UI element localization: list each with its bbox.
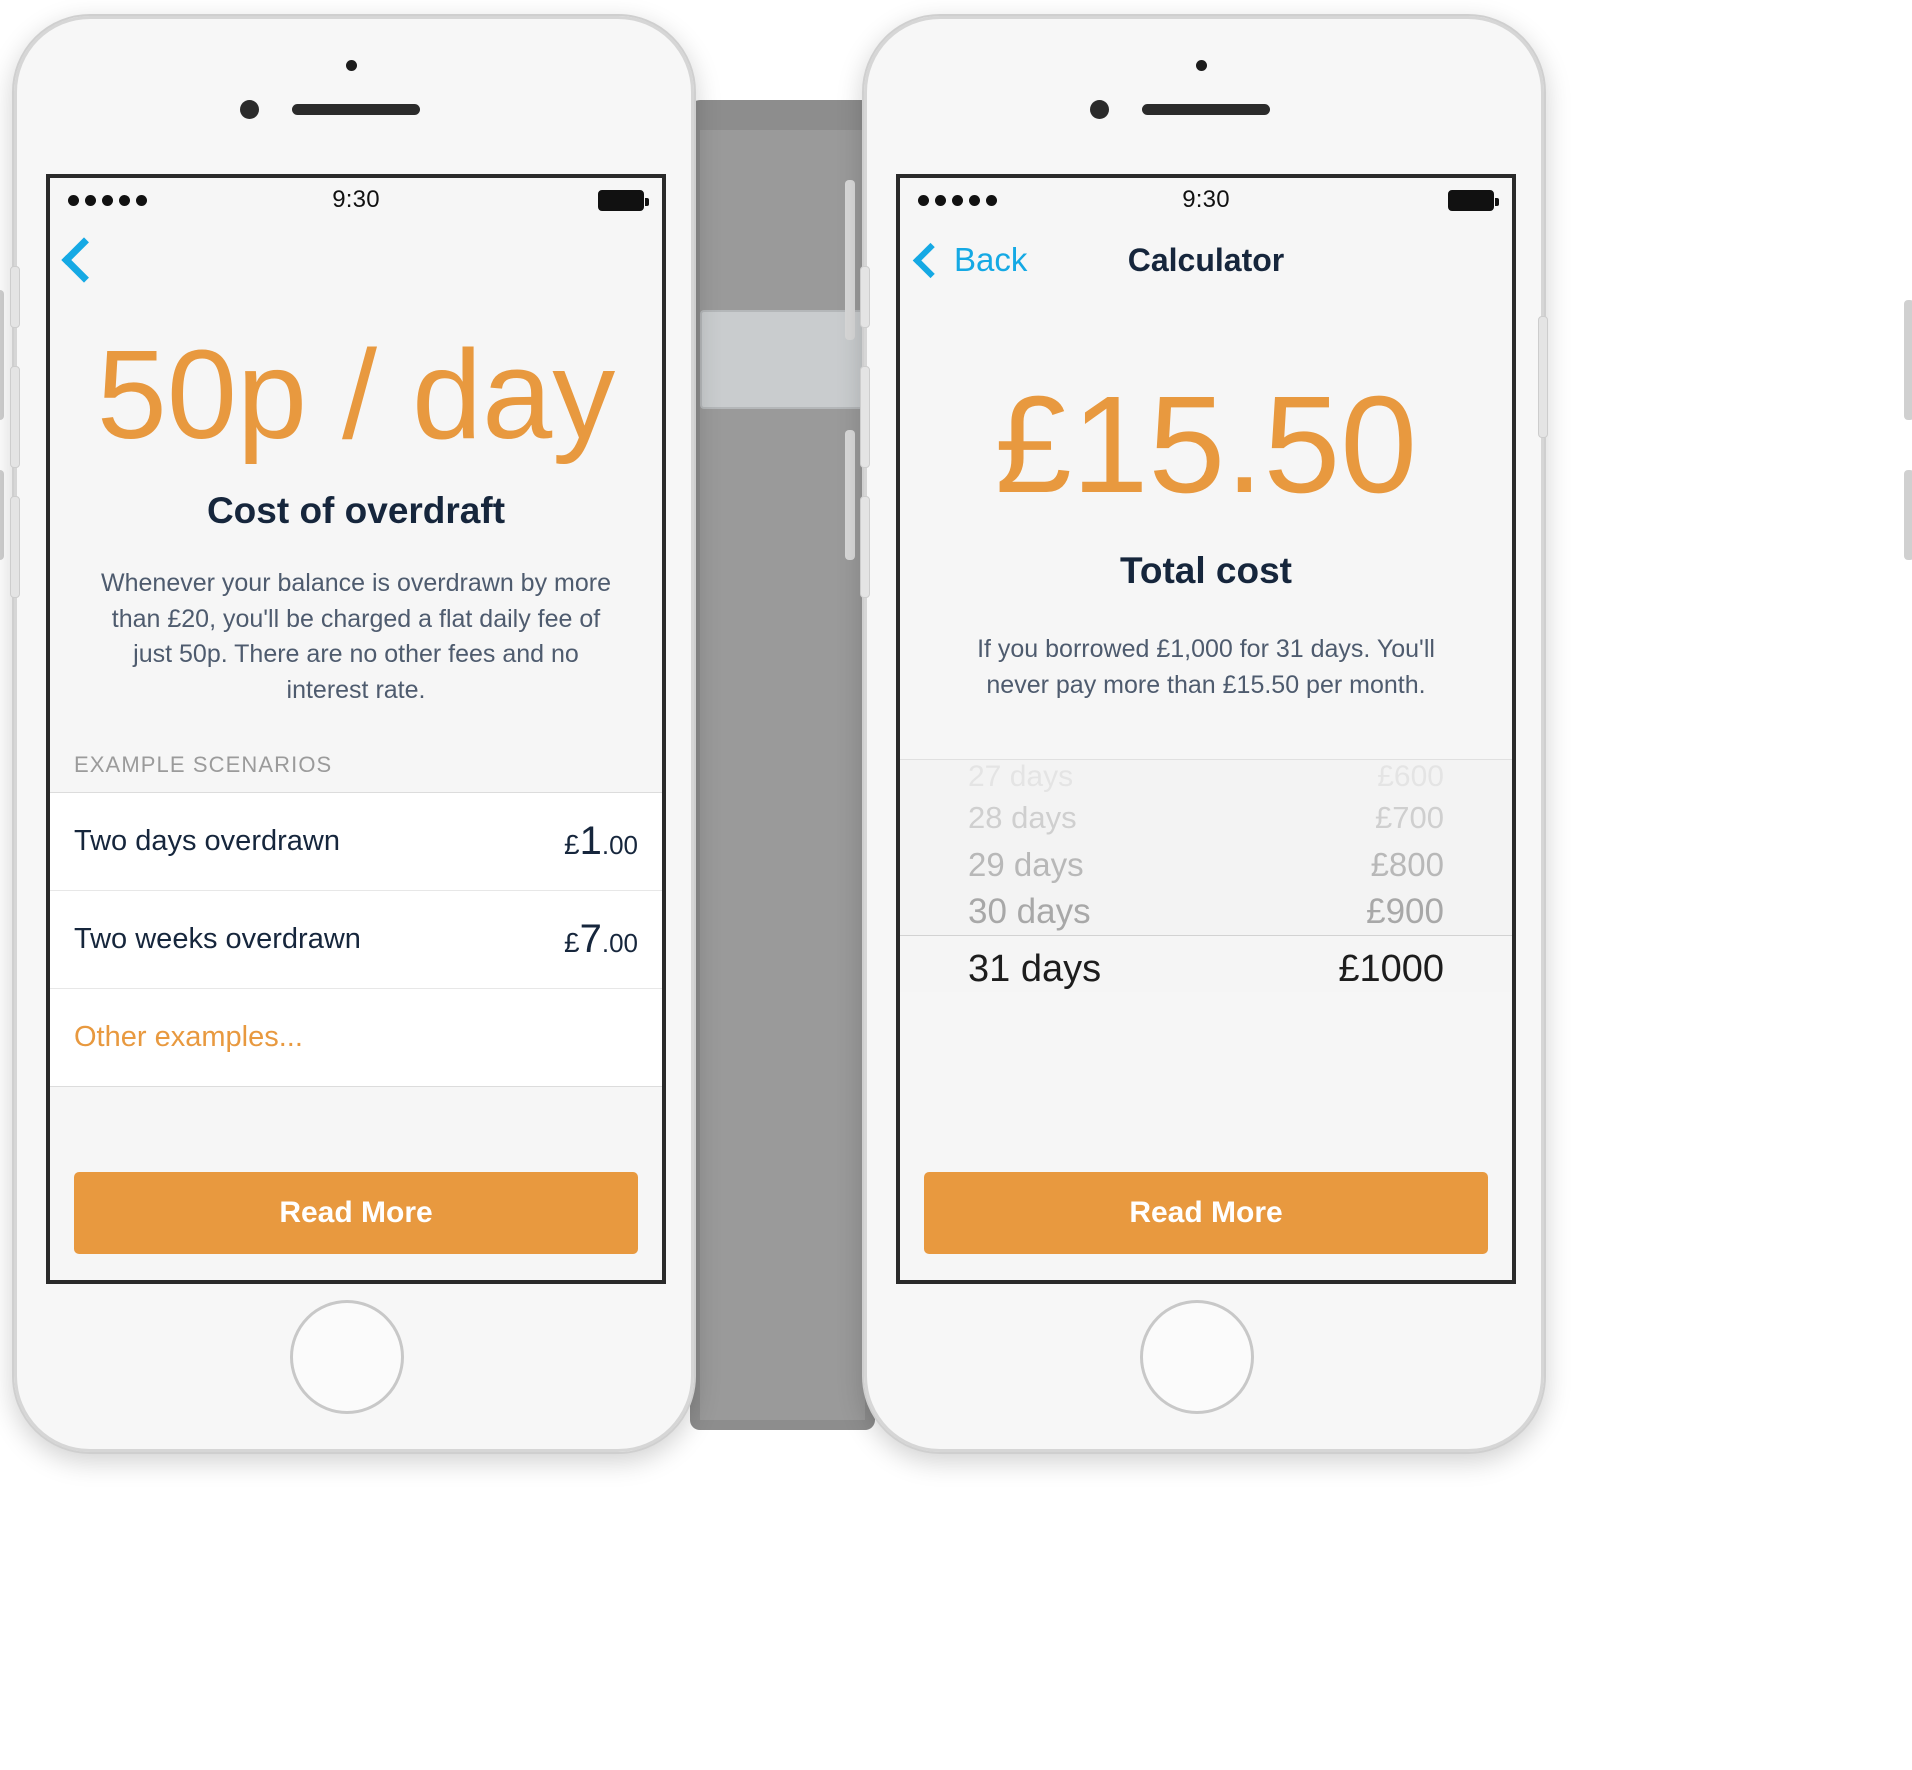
row-value: £ 1 .00 <box>564 819 638 864</box>
row-value-major: 1 <box>579 819 602 863</box>
mute-switch[interactable] <box>860 266 870 328</box>
hero-description: If you borrowed £1,000 for 31 days. You'… <box>977 635 1435 699</box>
picker-row-amount: £900 <box>1366 891 1444 931</box>
picker-row-days: 29 days <box>968 845 1084 883</box>
screenshot-stage: 9:30 50p / day Cost of overdraft Wheneve… <box>0 0 1912 1770</box>
picker-row-amount: £600 <box>1377 760 1444 793</box>
nav-bar: Back Calculator <box>900 222 1512 298</box>
picker-row-amount: £800 <box>1370 845 1444 883</box>
picker-row-days: 27 days <box>968 760 1074 793</box>
row-value-minor: .00 <box>601 928 638 958</box>
back-button[interactable]: Back <box>912 241 1028 279</box>
nav-bar <box>50 222 662 298</box>
row-value-currency: £ <box>564 927 580 958</box>
back-button-label: Back <box>954 241 1028 278</box>
picker-row-amount: £1000 <box>1338 947 1444 990</box>
background-device-button-rail <box>700 310 869 409</box>
volume-up-button[interactable] <box>10 366 20 468</box>
picker-row-amount: £700 <box>1375 799 1444 835</box>
volume-up-button[interactable] <box>860 366 870 468</box>
volume-down-button[interactable] <box>10 496 20 598</box>
spacer <box>900 703 1512 759</box>
read-more-button[interactable]: Read More <box>74 1172 638 1254</box>
hero-amount: 50p / day <box>96 324 616 465</box>
picker-row[interactable]: 27 days £600 <box>900 760 1512 794</box>
battery-icon <box>1448 189 1499 211</box>
mute-switch[interactable] <box>10 266 20 328</box>
row-label: Two days overdrawn <box>74 825 340 857</box>
row-value: £ 7 .00 <box>564 917 638 962</box>
power-button[interactable] <box>1538 316 1548 438</box>
row-value-major: 7 <box>579 917 602 961</box>
table-row[interactable]: Two weeks overdrawn £ 7 .00 <box>50 891 662 989</box>
row-label: Two weeks overdrawn <box>74 923 361 955</box>
table-row[interactable]: Two days overdrawn £ 1 .00 <box>50 793 662 891</box>
row-value-minor: .00 <box>601 830 638 860</box>
earpiece-speaker <box>292 104 420 115</box>
cta-container: Read More <box>900 1150 1512 1280</box>
picker-row-days: 30 days <box>968 891 1091 931</box>
phone-right: 9:30 Back Calculator £15.50 Total cost I… <box>860 14 1548 1454</box>
front-camera-icon <box>240 100 259 119</box>
hero-section: 50p / day Cost of overdraft Whenever you… <box>50 298 662 708</box>
hero-section: £15.50 Total cost If you borrowed £1,000… <box>900 298 1512 703</box>
volume-down-button[interactable] <box>860 496 870 598</box>
other-examples-link: Other examples... <box>74 1021 303 1053</box>
home-button[interactable] <box>1140 1300 1254 1414</box>
home-button[interactable] <box>290 1300 404 1414</box>
screen-cost-of-overdraft: 9:30 50p / day Cost of overdraft Wheneve… <box>46 174 666 1284</box>
battery-icon <box>598 189 649 211</box>
proximity-sensor-icon <box>1196 60 1207 71</box>
status-time: 9:30 <box>1182 186 1230 213</box>
spacer <box>50 1087 662 1150</box>
status-time: 9:30 <box>332 186 380 213</box>
read-more-button[interactable]: Read More <box>924 1172 1488 1254</box>
screen-calculator: 9:30 Back Calculator £15.50 Total cost I… <box>896 174 1516 1284</box>
proximity-sensor-icon <box>346 60 357 71</box>
picker-row[interactable]: 30 days £900 <box>900 888 1512 935</box>
edge-device-left-2 <box>0 470 4 560</box>
status-bar: 9:30 <box>50 178 662 222</box>
hero-label: Cost of overdraft <box>206 490 506 531</box>
edge-device-right-2 <box>1904 470 1912 560</box>
hero-amount: £15.50 <box>994 368 1418 522</box>
picker-row-days: 31 days <box>968 947 1102 990</box>
other-examples-row[interactable]: Other examples... <box>50 989 662 1086</box>
hero-description: Whenever your balance is overdrawn by mo… <box>101 569 611 704</box>
phone-left: 9:30 50p / day Cost of overdraft Wheneve… <box>10 14 696 1454</box>
back-button[interactable] <box>61 237 111 283</box>
row-value-currency: £ <box>564 829 580 860</box>
example-scenarios-list: Two days overdrawn £ 1 .00 Two weeks ove… <box>50 792 662 1087</box>
cta-container: Read More <box>50 1150 662 1280</box>
chevron-left-icon <box>912 242 949 278</box>
loan-picker-wheel[interactable]: 27 days £600 28 days £700 29 days £800 3… <box>900 759 1512 992</box>
front-camera-icon <box>1090 100 1109 119</box>
section-header-example-scenarios: EXAMPLE SCENARIOS <box>50 708 662 792</box>
edge-device-right <box>1904 300 1912 420</box>
background-device-side-button-top <box>845 180 855 340</box>
status-bar: 9:30 <box>900 178 1512 222</box>
background-device-side-button-bottom <box>845 430 855 560</box>
edge-device-left <box>0 290 4 420</box>
chevron-left-icon <box>61 237 107 283</box>
picker-row-selected[interactable]: 31 days £1000 <box>900 935 1512 992</box>
spacer <box>900 992 1512 1150</box>
picker-rows: 27 days £600 28 days £700 29 days £800 3… <box>900 760 1512 992</box>
picker-row-days: 28 days <box>968 799 1077 835</box>
earpiece-speaker <box>1142 104 1270 115</box>
picker-row[interactable]: 28 days £700 <box>900 794 1512 841</box>
hero-label: Total cost <box>1120 550 1292 591</box>
picker-row[interactable]: 29 days £800 <box>900 841 1512 888</box>
